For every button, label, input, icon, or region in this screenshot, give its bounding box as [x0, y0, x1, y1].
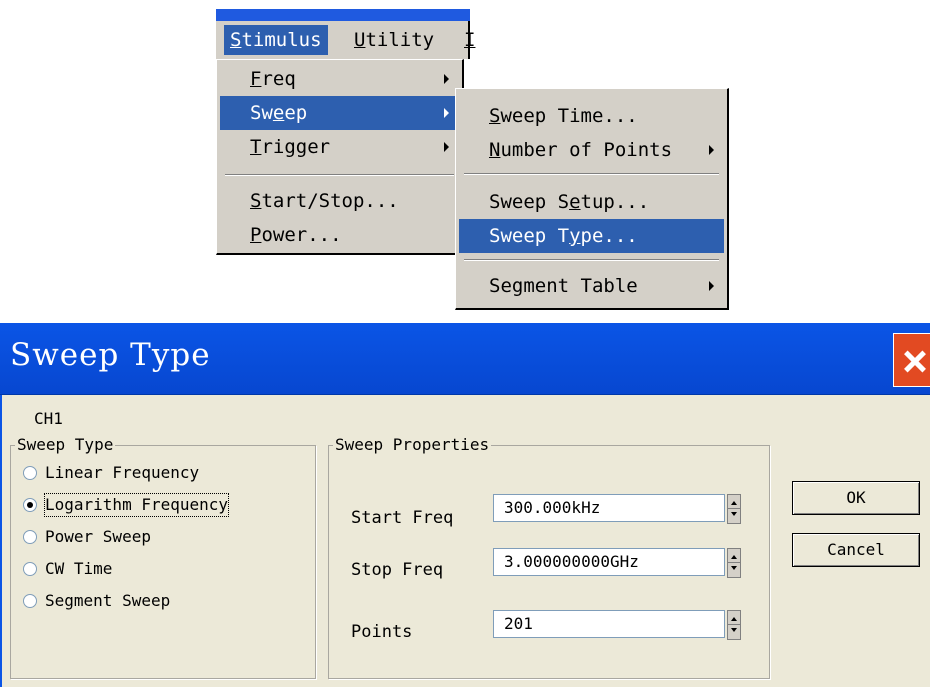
radio-label: Power Sweep [45, 527, 151, 546]
menuitem-sweep[interactable]: Sweep [220, 96, 459, 130]
stimulus-dropdown: Freq Sweep Trigger Start/Stop... Power..… [216, 59, 464, 255]
menu-separator [225, 174, 454, 176]
stop-freq-input[interactable]: 3.000000000GHz [493, 548, 725, 576]
menu-utility[interactable]: Utility [348, 25, 440, 55]
submenu-arrow-icon [444, 142, 449, 152]
spin-divider [728, 508, 740, 509]
menuitem-freq[interactable]: Freq [220, 62, 459, 96]
radio-button-checked-icon [23, 498, 37, 512]
start-freq-spinner[interactable] [727, 494, 741, 524]
radio-label: Logarithm Frequency [43, 493, 230, 517]
menu-stimulus[interactable]: Stimulus [224, 25, 328, 55]
menu-separator [464, 259, 719, 261]
points-spinner[interactable] [727, 610, 741, 640]
radio-button-icon [23, 562, 37, 576]
menuitem-sweep-type[interactable]: Sweep Type... [459, 219, 724, 253]
submenu-arrow-icon [444, 108, 449, 118]
spin-up-icon[interactable] [731, 555, 737, 559]
spin-down-icon[interactable] [731, 512, 737, 516]
submenu-arrow-icon [709, 281, 714, 291]
menuitem-sweep-setup[interactable]: Sweep Setup... [459, 185, 724, 219]
points-input[interactable]: 201 [493, 610, 725, 638]
spin-down-icon[interactable] [731, 566, 737, 570]
stop-freq-label: Stop Freq [351, 560, 444, 580]
group-label: Sweep Properties [333, 435, 492, 454]
stop-freq-spinner[interactable] [727, 548, 741, 578]
radio-button-icon [23, 530, 37, 544]
window-title-strip [216, 9, 470, 21]
radio-button-icon [23, 594, 37, 608]
cancel-button[interactable]: Cancel [792, 533, 920, 567]
radio-label: Linear Frequency [45, 463, 200, 482]
start-freq-input[interactable]: 300.000kHz [493, 494, 725, 522]
submenu-arrow-icon [444, 74, 449, 84]
channel-label: CH1 [34, 409, 63, 428]
spin-up-icon[interactable] [731, 501, 737, 505]
menuitem-segment-table[interactable]: Segment Table [459, 269, 724, 303]
radio-label: CW Time [45, 559, 113, 578]
menuitem-trigger[interactable]: Trigger [220, 130, 459, 164]
menuitem-number-of-points[interactable]: Number of Points [459, 133, 724, 167]
spin-down-icon[interactable] [731, 628, 737, 632]
start-freq-label: Start Freq [351, 508, 454, 528]
menuitem-power[interactable]: Power... [220, 218, 459, 252]
spin-divider [728, 624, 740, 625]
group-label: Sweep Type [15, 435, 116, 454]
menuitem-start-stop[interactable]: Start/Stop... [220, 184, 459, 218]
menu-separator [464, 173, 719, 175]
sweep-type-dialog: Sweep Type CH1 Sweep Type Linear Frequen… [0, 323, 930, 687]
menuitem-sweep-time[interactable]: Sweep Time... [459, 99, 724, 133]
spin-up-icon[interactable] [731, 617, 737, 621]
sweep-properties-group: Sweep Properties Start Freq 300.000kHz S… [328, 435, 770, 679]
dialog-title: Sweep Type [10, 337, 211, 373]
radio-label: Segment Sweep [45, 591, 171, 610]
ok-button[interactable]: OK [792, 481, 920, 515]
sweep-submenu: Sweep Time... Number of Points Sweep Set… [455, 88, 729, 310]
dialog-client-area: CH1 Sweep Type Linear Frequency Logarith… [0, 395, 930, 687]
radio-button-icon [23, 466, 37, 480]
dialog-titlebar[interactable]: Sweep Type [0, 323, 930, 395]
menu-truncated[interactable]: I [458, 25, 481, 55]
close-icon[interactable] [893, 333, 930, 387]
points-label: Points [351, 622, 413, 642]
spin-divider [728, 562, 740, 563]
sweep-type-group: Sweep Type Linear Frequency Logarithm Fr… [10, 435, 316, 679]
menubar: Stimulus Utility I [216, 21, 475, 59]
submenu-arrow-icon [709, 145, 714, 155]
